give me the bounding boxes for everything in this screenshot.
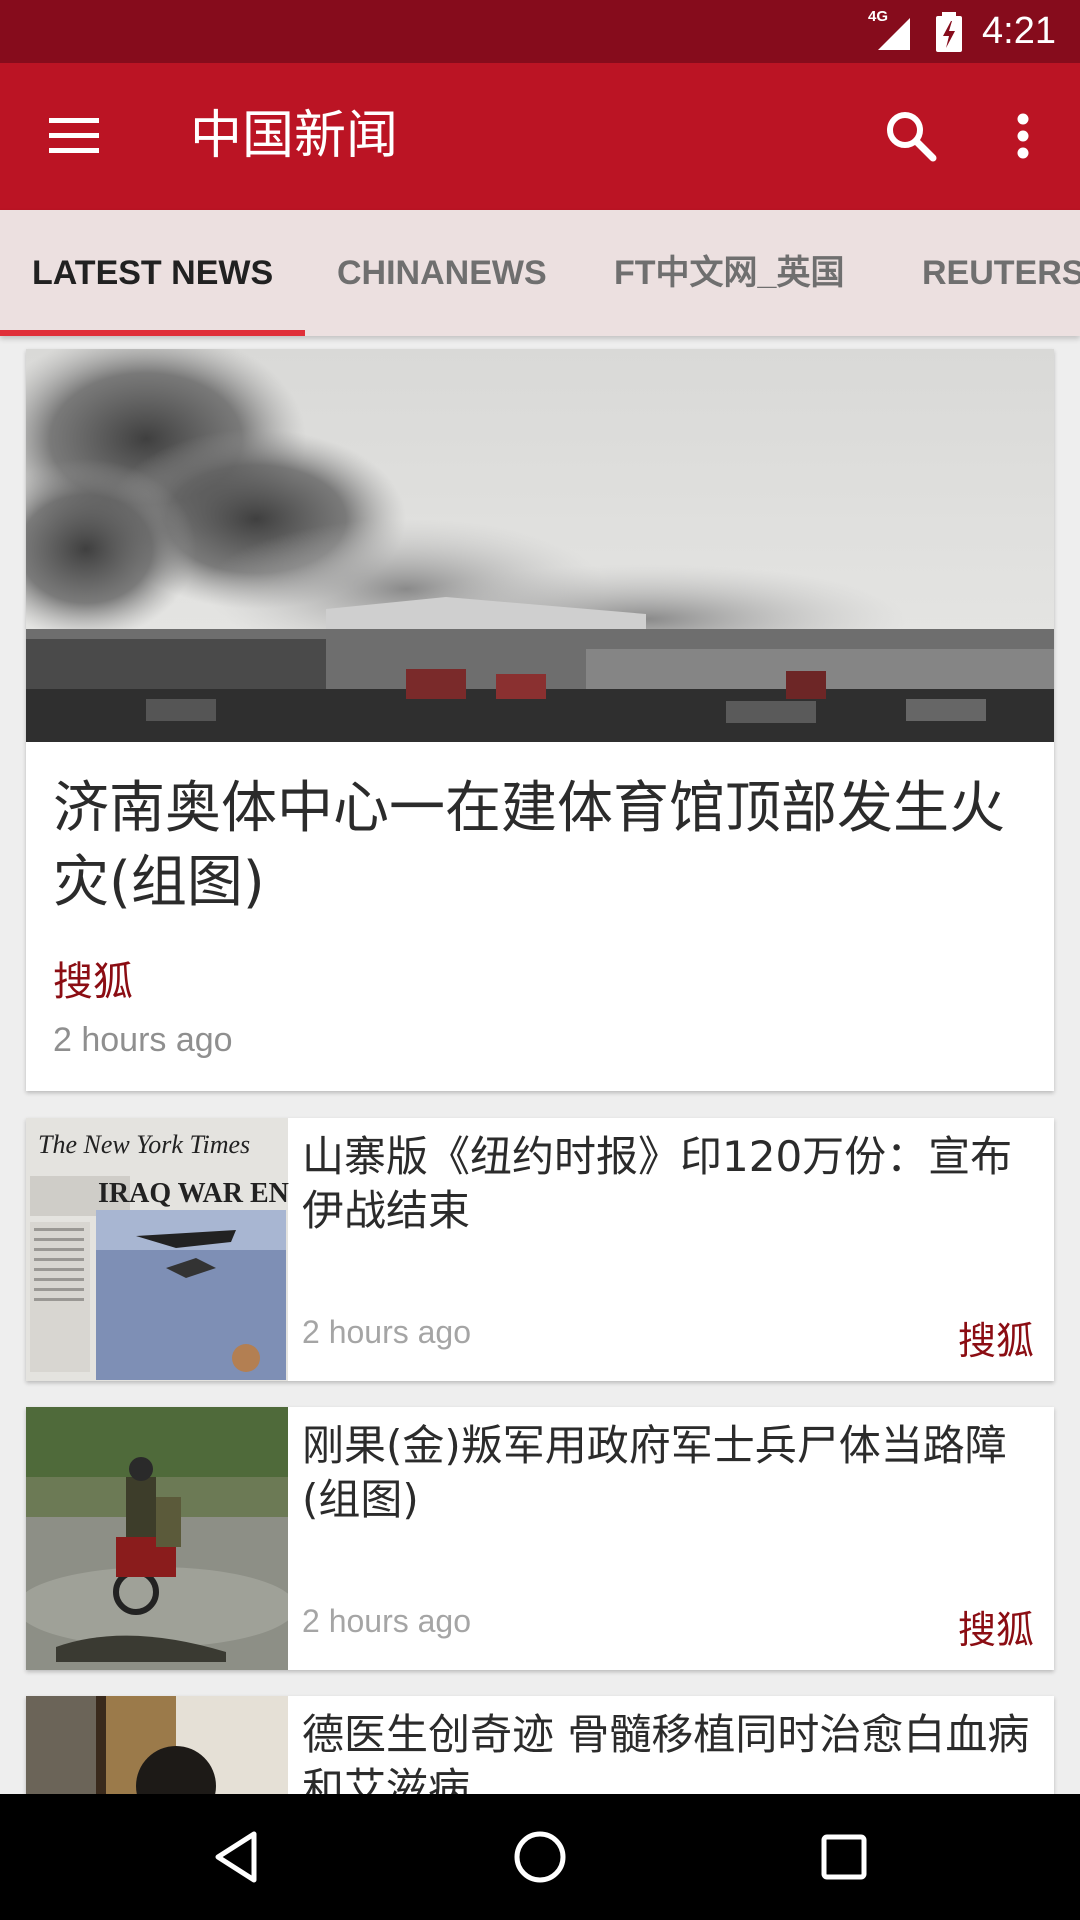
tab-chinanews[interactable]: CHINANEWS	[337, 210, 547, 336]
hero-news-time: 2 hours ago	[53, 1021, 233, 1059]
app-bar: 中国新闻	[0, 63, 1080, 210]
more-vert-icon	[1017, 113, 1029, 159]
recents-button[interactable]	[804, 1822, 884, 1892]
recents-icon	[821, 1834, 867, 1880]
news-thumbnail	[26, 1407, 288, 1670]
back-icon	[215, 1831, 257, 1883]
hero-news-title: 济南奥体中心一在建体育馆顶部发生火灾(组图)	[53, 776, 1005, 915]
battery-icon	[934, 11, 964, 52]
status-time: 4:21	[982, 10, 1056, 52]
navigation-bar	[0, 1794, 1080, 1920]
network-type: 4G	[868, 7, 889, 25]
more-options-button[interactable]	[990, 103, 1056, 169]
status-icons: 4G 4:21	[868, 0, 1056, 63]
news-time: 2 hours ago	[302, 1314, 472, 1350]
news-title: 刚果(金)叛军用政府军士兵尸体当路障(组图)	[302, 1421, 1007, 1524]
thumbnail-masthead: The New York Times	[38, 1130, 251, 1159]
tab-reuters[interactable]: REUTERS	[922, 210, 1080, 336]
tab-latest-news[interactable]: LATEST NEWS	[32, 210, 273, 336]
menu-button[interactable]	[36, 103, 112, 169]
news-source: 搜狐	[957, 1319, 1034, 1363]
app-title: 中国新闻	[190, 106, 399, 166]
hero-news-card[interactable]: 济南奥体中心一在建体育馆顶部发生火灾(组图) 搜狐 2 hours ago	[26, 349, 1054, 1091]
tab-bar: LATEST NEWS CHINANEWS FT中文网_英国 REUTERS	[0, 210, 1080, 336]
signal-icon: 4G	[868, 8, 916, 52]
status-bar: 4G 4:21	[0, 0, 1080, 63]
tab-ft-chinese[interactable]: FT中文网_英国	[614, 210, 844, 336]
news-time: 2 hours ago	[302, 1603, 472, 1639]
search-button[interactable]	[878, 103, 944, 169]
thumbnail-headline: IRAQ WAR EN	[98, 1178, 289, 1209]
home-icon	[514, 1831, 566, 1883]
news-title: 山寨版《纽约时报》印120万份：宣布伊战结束	[302, 1132, 1013, 1235]
news-source: 搜狐	[957, 1608, 1034, 1652]
menu-icon	[49, 118, 99, 153]
news-list-item[interactable]: 刚果(金)叛军用政府军士兵尸体当路障(组图) 2 hours ago 搜狐	[26, 1407, 1054, 1670]
tab-indicator	[0, 330, 305, 336]
news-list-item[interactable]: The New York Times IRAQ WAR EN 山寨版《纽约时报》…	[26, 1118, 1054, 1381]
hero-news-image	[26, 349, 1054, 742]
search-icon	[887, 112, 937, 162]
home-button[interactable]	[500, 1822, 580, 1892]
back-button[interactable]	[196, 1822, 276, 1892]
hero-news-source: 搜狐	[53, 959, 133, 1005]
